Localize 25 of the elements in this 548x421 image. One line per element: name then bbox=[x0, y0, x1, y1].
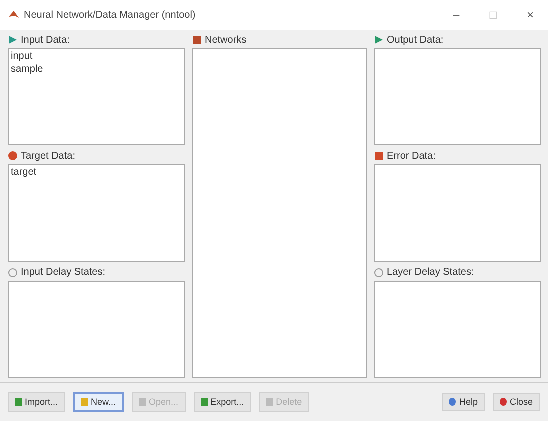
list-item[interactable]: sample bbox=[11, 63, 182, 76]
data-list[interactable] bbox=[374, 164, 541, 262]
section-title: Input Delay States: bbox=[21, 267, 106, 278]
data-list[interactable]: input sample bbox=[8, 48, 185, 146]
section-title: Output Data: bbox=[387, 34, 444, 46]
export-button[interactable]: Export... bbox=[194, 392, 252, 412]
section-title: Networks bbox=[205, 34, 247, 46]
data-list[interactable]: target bbox=[8, 164, 185, 262]
minimize-button[interactable]: – bbox=[447, 8, 466, 22]
close-button[interactable]: Close bbox=[492, 393, 540, 411]
section-title: Input Data: bbox=[21, 34, 70, 46]
list-item[interactable]: input bbox=[11, 50, 182, 63]
new-button[interactable]: New... bbox=[73, 392, 124, 412]
section-title: Error Data: bbox=[387, 150, 436, 162]
app-logo-icon bbox=[8, 9, 20, 21]
window-title: Neural Network/Data Manager (nntool) bbox=[24, 10, 196, 20]
section-title: Target Data: bbox=[21, 150, 76, 162]
list-item[interactable]: target bbox=[11, 166, 182, 180]
help-button[interactable]: Help bbox=[442, 393, 485, 411]
close-button[interactable]: × bbox=[520, 8, 540, 22]
data-list[interactable] bbox=[374, 280, 541, 378]
import-button[interactable]: Import... bbox=[8, 392, 66, 412]
data-list[interactable] bbox=[8, 280, 185, 378]
data-list[interactable] bbox=[374, 48, 541, 146]
section-title: Layer Delay States: bbox=[387, 267, 474, 278]
